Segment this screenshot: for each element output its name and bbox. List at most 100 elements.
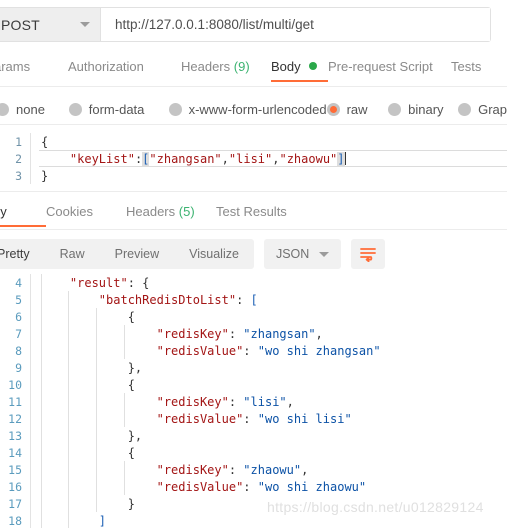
code-line: 16 "redisValue": "wo shi zhaowu" [0, 478, 507, 495]
response-view-mode-group: Pretty Raw Preview Visualize [0, 239, 254, 269]
code-text: }, [41, 428, 143, 443]
response-tab-bar: dy Cookies Headers (5) Test Results [0, 200, 507, 228]
code-text: { [41, 309, 135, 324]
body-type-none-label: none [16, 101, 45, 117]
code-text: { [41, 377, 135, 392]
code-line: 5 "batchRedisDtoList": [ [0, 291, 507, 308]
response-tabs-divider [0, 229, 507, 230]
code-line: 2 "keyList":["zhangsan","lisi","zhaowu"] [0, 150, 507, 167]
line-number: 17 [8, 496, 22, 511]
radio-none-icon [0, 102, 9, 116]
response-tab-cookies[interactable]: Cookies [46, 200, 126, 227]
view-preview[interactable]: Preview [100, 239, 174, 269]
tab-params[interactable]: arams [0, 55, 68, 82]
view-raw[interactable]: Raw [45, 239, 100, 269]
body-type-divider [0, 124, 507, 125]
code-line: 11 "redisKey": "lisi", [0, 393, 507, 410]
body-type-binary-label: binary [408, 101, 444, 117]
csdn-watermark: https://blog.csdn.net/u012829124 [267, 499, 484, 515]
line-number: 5 [15, 292, 22, 307]
code-line: 15 "redisKey": "zhaowu", [0, 461, 507, 478]
request-url-bar: POST http://127.0.0.1:8080/list/multi/ge… [0, 7, 491, 42]
line-number: 14 [8, 445, 22, 460]
tab-headers-count: (9) [233, 59, 250, 74]
view-visualize[interactable]: Visualize [174, 239, 254, 269]
tab-pre-request-script[interactable]: Pre-request Script [328, 55, 451, 82]
http-method-label: POST [1, 16, 40, 33]
tab-tests[interactable]: Tests [451, 55, 481, 82]
body-type-graphql[interactable]: Grap [458, 102, 507, 117]
response-view-toolbar: Pretty Raw Preview Visualize JSON [0, 239, 507, 269]
chevron-down-icon [319, 251, 330, 257]
body-type-binary[interactable]: binary [388, 102, 458, 117]
tab-tests-label: Tests [451, 59, 482, 74]
response-tab-headers-count: (5) [178, 204, 195, 219]
response-tab-headers[interactable]: Headers (5) [126, 200, 216, 227]
line-number: 7 [15, 326, 22, 341]
code-line: 9 }, [0, 359, 507, 376]
tab-body[interactable]: Body [271, 55, 328, 82]
tab-params-label: arams [0, 59, 31, 74]
view-pretty[interactable]: Pretty [0, 239, 45, 269]
body-type-none[interactable]: none [0, 102, 69, 117]
tab-headers[interactable]: Headers (9) [181, 55, 271, 82]
line-number: 16 [8, 479, 22, 494]
request-tabs-divider [0, 86, 507, 87]
radio-binary-icon [388, 102, 402, 116]
tab-authorization-label: Authorization [68, 59, 144, 74]
body-type-raw-label: raw [346, 101, 368, 117]
code-line: 12 "redisValue": "wo shi lisi" [0, 410, 507, 427]
code-text: "redisKey": "zhaowu", [156, 462, 309, 477]
request-body-editor[interactable]: 1{2 "keyList":["zhangsan","lisi","zhaowu… [0, 133, 507, 192]
body-type-radio-group: none form-data x-www-form-urlencoded raw… [0, 97, 507, 121]
radio-urlencoded-icon [168, 102, 182, 116]
code-text: "redisValue": "wo shi zhaowu" [156, 479, 367, 494]
line-number: 3 [15, 168, 22, 183]
line-number: 9 [15, 360, 22, 375]
tab-body-active-underline [271, 79, 328, 82]
line-number: 10 [8, 377, 22, 392]
code-text: "redisValue": "wo shi lisi" [156, 411, 352, 426]
postman-window: POST http://127.0.0.1:8080/list/multi/ge… [0, 0, 507, 528]
code-line: 10 { [0, 376, 507, 393]
code-text: }, [41, 360, 143, 375]
code-line: 13 }, [0, 427, 507, 444]
body-type-urlencoded-label: x-www-form-urlencoded [188, 101, 327, 117]
response-format-label: JSON [275, 247, 310, 261]
tab-body-label: Body [271, 59, 301, 74]
response-tab-test-results[interactable]: Test Results [216, 200, 287, 227]
request-tab-bar: arams Authorization Headers (9) Body Pre… [0, 55, 507, 85]
code-text: { [41, 445, 135, 460]
radio-form-data-icon [68, 102, 82, 116]
code-line: 4 "result": { [0, 274, 507, 291]
word-wrap-button[interactable] [351, 239, 386, 269]
response-format-select[interactable]: JSON [263, 239, 342, 269]
line-number: 6 [15, 309, 22, 324]
tab-headers-label: Headers [181, 59, 231, 74]
code-text: "redisKey": "lisi", [156, 394, 294, 409]
word-wrap-icon [360, 248, 377, 262]
line-number: 4 [15, 275, 22, 290]
code-line: 8 "redisValue": "wo shi zhangsan" [0, 342, 507, 359]
line-number: 15 [8, 462, 22, 477]
code-text: "result": { [69, 275, 150, 290]
body-type-raw[interactable]: raw [326, 101, 389, 117]
code-text: "redisKey": "zhangsan", [156, 326, 323, 341]
line-number: 2 [15, 151, 22, 166]
response-tab-body-label: dy [0, 204, 7, 219]
body-modified-dot-icon [309, 62, 318, 70]
code-line: 1{ [0, 133, 507, 150]
response-tab-body[interactable]: dy [0, 200, 46, 227]
code-text: } [41, 168, 49, 183]
url-input[interactable]: http://127.0.0.1:8080/list/multi/get [101, 8, 490, 41]
line-number: 12 [8, 411, 22, 426]
response-body-editor[interactable]: 4 "result": {5 "batchRedisDtoList": [6 {… [0, 274, 507, 528]
body-type-form-data[interactable]: form-data [68, 102, 169, 117]
http-method-select[interactable]: POST [0, 8, 101, 41]
code-text: { [41, 134, 49, 149]
code-text: ] [98, 513, 107, 528]
line-number: 18 [8, 513, 22, 528]
body-type-urlencoded[interactable]: x-www-form-urlencoded [168, 101, 327, 117]
tab-authorization[interactable]: Authorization [68, 55, 181, 82]
line-number: 8 [15, 343, 22, 358]
